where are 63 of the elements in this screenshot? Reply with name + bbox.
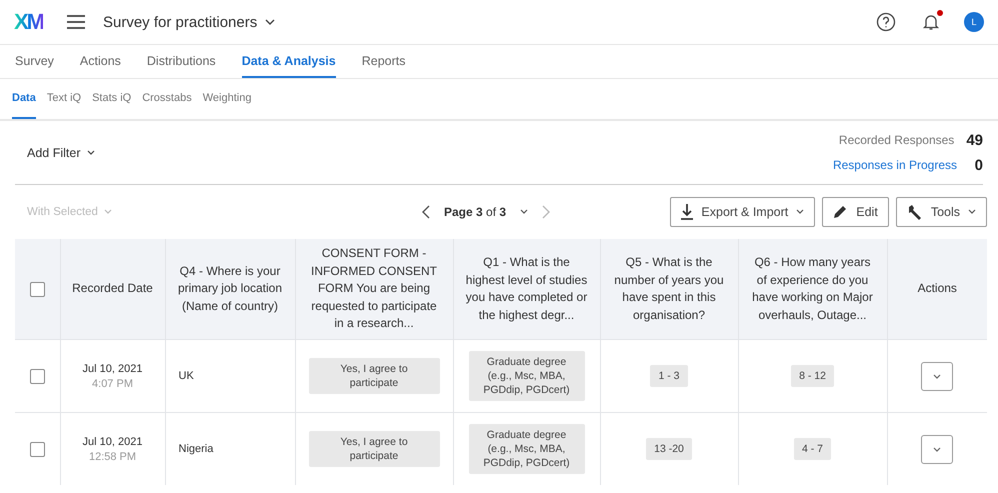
- answer-chip: 8 - 12: [791, 365, 834, 387]
- table-cell-text: UK: [178, 370, 194, 382]
- next-page-icon[interactable]: [542, 204, 550, 218]
- caret-icon: [104, 209, 112, 214]
- caret-icon[interactable]: [520, 209, 528, 214]
- stat-value: 0: [974, 156, 983, 174]
- download-icon: [681, 204, 694, 220]
- recorded-time: 12:58 PM: [88, 450, 138, 462]
- nav-tab[interactable]: Distributions: [146, 45, 216, 78]
- recorded-date: Jul 10, 2021: [82, 436, 144, 448]
- select-all-checkbox[interactable]: [30, 282, 45, 296]
- caret-icon: [968, 209, 976, 214]
- responses-link[interactable]: Responses in Progress: [832, 158, 957, 172]
- column-header: Q4 - Where is your primary job location (Name of country): [178, 264, 282, 313]
- column-header: CONSENT FORM - INFORMED CONSENT FORM You are being requested to participate in a research...: [311, 246, 437, 330]
- column-header: Actions: [918, 281, 957, 296]
- add-filter-button[interactable]: Add Filter: [27, 146, 94, 160]
- nav-tab[interactable]: Data & Analysis: [242, 45, 336, 78]
- caret-icon: [265, 19, 276, 25]
- stat-value: 49: [966, 132, 983, 148]
- previous-page-icon[interactable]: [422, 204, 430, 218]
- export-import-button[interactable]: Export & Import: [670, 196, 816, 226]
- column-header: Q6 - How many years of experience do you have working on Major overhauls, Outage...: [752, 255, 873, 322]
- sub-tab[interactable]: Crosstabs: [142, 79, 192, 119]
- row-checkbox[interactable]: [30, 442, 45, 456]
- column-header: Recorded Date: [72, 281, 153, 296]
- answer-chip: 4 - 7: [794, 438, 831, 460]
- survey-title-dropdown[interactable]: Survey for practitioners: [103, 14, 276, 30]
- sub-tab[interactable]: Stats iQ: [92, 79, 132, 119]
- caret-icon: [796, 209, 804, 214]
- answer-chip: Yes, I agree to participate: [308, 358, 440, 394]
- user-avatar[interactable]: L: [964, 12, 984, 32]
- answer-chip: Graduate degree (e.g., Msc, MBA, PGDdip, PGDcert): [468, 424, 584, 474]
- edit-button[interactable]: Edit: [822, 196, 889, 226]
- wrench-icon: [906, 204, 923, 220]
- caret-icon: [933, 446, 942, 452]
- caret-icon: [933, 374, 942, 378]
- nav-tab[interactable]: Reports: [362, 45, 406, 78]
- row-actions-dropdown[interactable]: [921, 434, 954, 464]
- answer-chip: 1 - 3: [650, 365, 688, 387]
- row-actions-dropdown[interactable]: [921, 362, 954, 390]
- sub-tab[interactable]: Text iQ: [46, 79, 82, 119]
- answer-chip: 13 -20: [646, 438, 692, 460]
- caret-icon: [86, 150, 94, 155]
- menu-icon[interactable]: [67, 15, 85, 29]
- pencil-icon: [833, 204, 848, 219]
- sub-tab[interactable]: Weighting: [202, 79, 252, 119]
- tools-button[interactable]: Tools: [896, 196, 987, 226]
- bell-icon[interactable]: [922, 13, 940, 31]
- answer-chip: Yes, I agree to participate: [308, 431, 440, 467]
- column-header: Q5 - What is the number of years you have spent in this organisation?: [614, 255, 724, 322]
- row-checkbox[interactable]: [30, 368, 45, 384]
- sub-tab[interactable]: Data: [12, 79, 36, 119]
- nav-tab[interactable]: Survey: [15, 45, 54, 78]
- recorded-time: 4:07 PM: [91, 378, 134, 390]
- stat-label: Recorded Responses: [838, 133, 954, 147]
- answer-chip: Graduate degree (e.g., Msc, MBA, PGDdip, PGDcert): [468, 351, 584, 401]
- help-icon[interactable]: [876, 12, 896, 32]
- table-cell-text: Nigeria: [178, 443, 214, 455]
- nav-tab[interactable]: Actions: [80, 45, 121, 78]
- column-header: Q1 - What is the highest level of studies you have completed or the highest degr...: [466, 255, 588, 322]
- recorded-date: Jul 10, 2021: [82, 362, 144, 374]
- page-indicator[interactable]: Page 3 of 3: [444, 204, 506, 218]
